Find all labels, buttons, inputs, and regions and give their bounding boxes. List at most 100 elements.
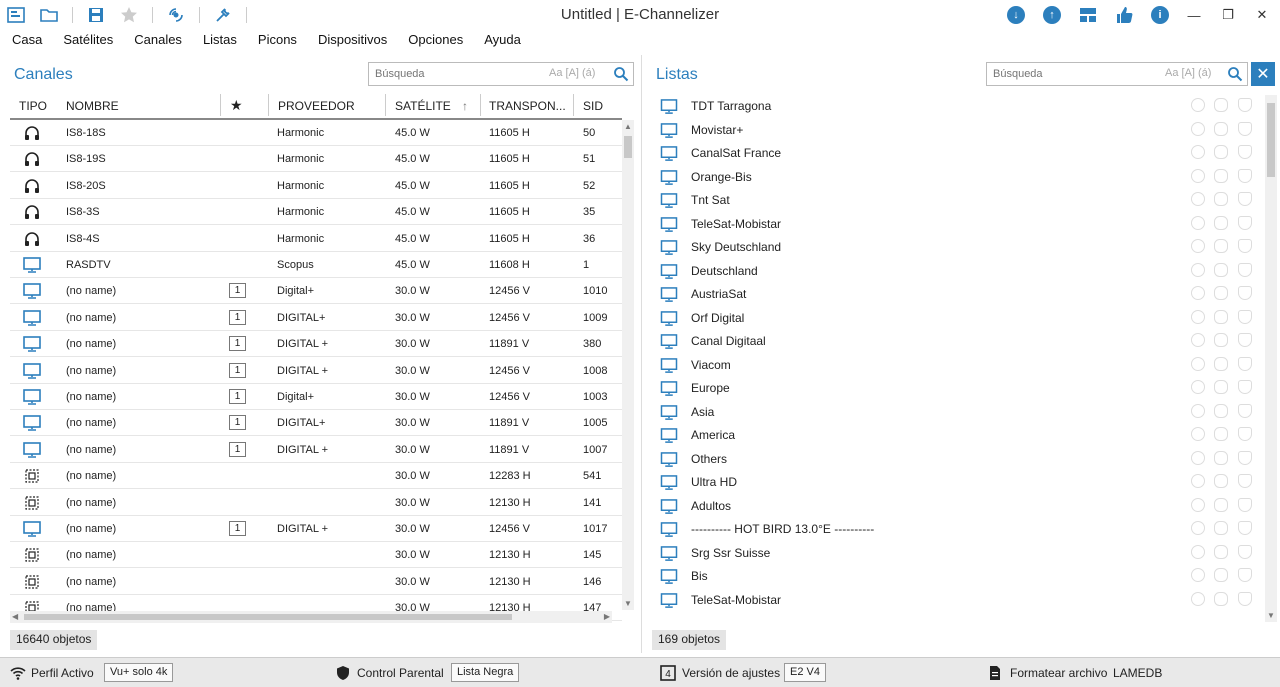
list-item[interactable]: TeleSat-Mobistar [650, 589, 1262, 613]
list-item[interactable]: TDT Tarragona [650, 95, 1262, 119]
lock-shield-icon[interactable] [1238, 286, 1252, 300]
list-item[interactable]: Ultra HD [650, 471, 1262, 495]
list-item[interactable]: AustriaSat [650, 283, 1262, 307]
hidden-eye-icon[interactable] [1214, 521, 1228, 535]
hidden-eye-icon[interactable] [1214, 591, 1228, 606]
favorite-checkbox[interactable]: 1 [229, 415, 246, 431]
info-icon[interactable] [1191, 403, 1205, 418]
hidden-eye-icon[interactable] [1214, 497, 1228, 512]
lock-shield-icon[interactable] [1238, 356, 1252, 371]
info-icon[interactable] [1191, 192, 1205, 206]
list-item[interactable]: Asia [650, 401, 1262, 425]
channel-row[interactable]: 1 (no name) DIGITAL+ 30.0 W 11891 V 1005 [10, 410, 622, 437]
channels-horizontal-scrollbar[interactable]: ◀ ▶ [10, 611, 612, 623]
column-header-sid[interactable]: SID [583, 99, 603, 113]
restore-button[interactable]: ❐ [1218, 5, 1238, 25]
download-icon[interactable]: ↓ [1006, 5, 1026, 25]
hidden-eye-icon[interactable] [1214, 544, 1228, 559]
favorite-checkbox[interactable]: 1 [229, 441, 246, 457]
info-icon[interactable] [1191, 497, 1205, 512]
info-icon[interactable] [1191, 262, 1205, 277]
lock-shield-icon[interactable] [1238, 403, 1252, 418]
channel-row[interactable]: (no name) 30.0 W 12130 H 146 [10, 569, 622, 595]
lock-shield-icon[interactable] [1238, 192, 1252, 206]
list-item[interactable]: Orange-Bis [650, 166, 1262, 190]
list-item[interactable]: Canal Digitaal [650, 330, 1262, 354]
column-divider[interactable] [220, 94, 221, 116]
channel-row[interactable]: (no name) 30.0 W 12283 H 541 [10, 463, 622, 490]
channels-hscroll-thumb[interactable] [24, 614, 512, 620]
hidden-eye-icon[interactable] [1214, 262, 1228, 277]
lock-shield-icon[interactable] [1238, 215, 1252, 230]
channel-row[interactable]: 1 (no name) DIGITAL + 30.0 W 12456 V 1008 [10, 358, 622, 384]
scroll-left-arrow-icon[interactable]: ◀ [12, 612, 18, 621]
lock-shield-icon[interactable] [1238, 333, 1252, 347]
lock-shield-icon[interactable] [1238, 309, 1252, 324]
layout-icon[interactable] [1078, 5, 1098, 25]
channel-row[interactable]: 1 (no name) DIGITAL+ 30.0 W 12456 V 1009 [10, 305, 622, 331]
panel-splitter[interactable] [641, 55, 642, 653]
favorite-checkbox[interactable]: 1 [229, 362, 246, 378]
hidden-eye-icon[interactable] [1214, 309, 1228, 324]
channels-vertical-scrollbar[interactable]: ▲ ▼ [622, 120, 634, 610]
menu-opciones[interactable]: Opciones [408, 30, 463, 52]
scroll-up-arrow-icon[interactable]: ▲ [624, 122, 632, 131]
info-icon[interactable] [1191, 286, 1205, 300]
hidden-eye-icon[interactable] [1214, 333, 1228, 347]
channels-vscroll-thumb[interactable] [624, 136, 632, 158]
list-item[interactable]: ---------- HOT BIRD 13.0°E ---------- [650, 518, 1262, 542]
info-icon[interactable] [1191, 474, 1205, 488]
hidden-eye-icon[interactable] [1214, 192, 1228, 206]
channel-row[interactable]: 1 (no name) Digital+ 30.0 W 12456 V 1003 [10, 384, 622, 410]
channels-search-input[interactable] [369, 63, 529, 85]
scroll-down-arrow-icon[interactable]: ▼ [1267, 611, 1275, 620]
channel-row[interactable]: IS8-20S Harmonic 45.0 W 11605 H 52 [10, 173, 622, 199]
hidden-eye-icon[interactable] [1214, 121, 1228, 136]
column-header-transponder[interactable]: TRANSPON... [489, 99, 566, 113]
list-item[interactable]: Movistar+ [650, 119, 1262, 143]
info-icon[interactable] [1191, 544, 1205, 559]
hidden-eye-icon[interactable] [1214, 168, 1228, 183]
info-icon[interactable] [1191, 309, 1205, 324]
list-item[interactable]: Adultos [650, 495, 1262, 519]
list-item[interactable]: Viacom [650, 354, 1262, 378]
info-icon[interactable] [1191, 239, 1205, 253]
hidden-eye-icon[interactable] [1214, 215, 1228, 230]
list-item[interactable]: Sky Deutschland [650, 236, 1262, 260]
menu-canales[interactable]: Canales [134, 30, 182, 52]
channel-row[interactable]: 1 (no name) DIGITAL + 30.0 W 11891 V 1007 [10, 437, 622, 463]
info-icon[interactable] [1191, 121, 1205, 136]
favorite-checkbox[interactable]: 1 [229, 336, 246, 352]
list-item[interactable]: CanalSat France [650, 142, 1262, 166]
lock-shield-icon[interactable] [1238, 497, 1252, 512]
lists-search-options[interactable]: Aa [A] (á) [1165, 67, 1211, 79]
file-format-value[interactable]: LAMEDB [1113, 666, 1162, 680]
hidden-eye-icon[interactable] [1214, 568, 1228, 582]
info-icon[interactable] [1191, 145, 1205, 159]
hidden-eye-icon[interactable] [1214, 450, 1228, 465]
list-item[interactable]: TeleSat-Mobistar [650, 213, 1262, 237]
info-icon[interactable] [1191, 591, 1205, 606]
info-icon[interactable] [1191, 521, 1205, 535]
menu-satelites[interactable]: Satélites [63, 30, 113, 52]
upload-icon[interactable]: ↑ [1042, 5, 1062, 25]
channel-row[interactable]: IS8-18S Harmonic 45.0 W 11605 H 50 [10, 120, 622, 146]
hidden-eye-icon[interactable] [1214, 145, 1228, 159]
search-icon[interactable] [1227, 66, 1243, 82]
lock-shield-icon[interactable] [1238, 591, 1252, 606]
column-divider[interactable] [268, 94, 269, 116]
channel-row[interactable]: 1 (no name) DIGITAL + 30.0 W 11891 V 380 [10, 331, 622, 358]
column-header-satelite[interactable]: SATÉLITE [395, 99, 451, 113]
lock-shield-icon[interactable] [1238, 521, 1252, 535]
column-divider[interactable] [480, 94, 481, 116]
hidden-eye-icon[interactable] [1214, 356, 1228, 371]
column-header-proveedor[interactable]: PROVEEDOR [278, 99, 355, 113]
column-divider[interactable] [573, 94, 574, 116]
info-icon[interactable] [1191, 568, 1205, 582]
lock-shield-icon[interactable] [1238, 121, 1252, 136]
hidden-eye-icon[interactable] [1214, 474, 1228, 488]
info-icon[interactable] [1191, 450, 1205, 465]
info-icon[interactable] [1191, 427, 1205, 441]
channel-row[interactable]: (no name) 30.0 W 12130 H 145 [10, 542, 622, 569]
list-item[interactable]: Others [650, 448, 1262, 472]
